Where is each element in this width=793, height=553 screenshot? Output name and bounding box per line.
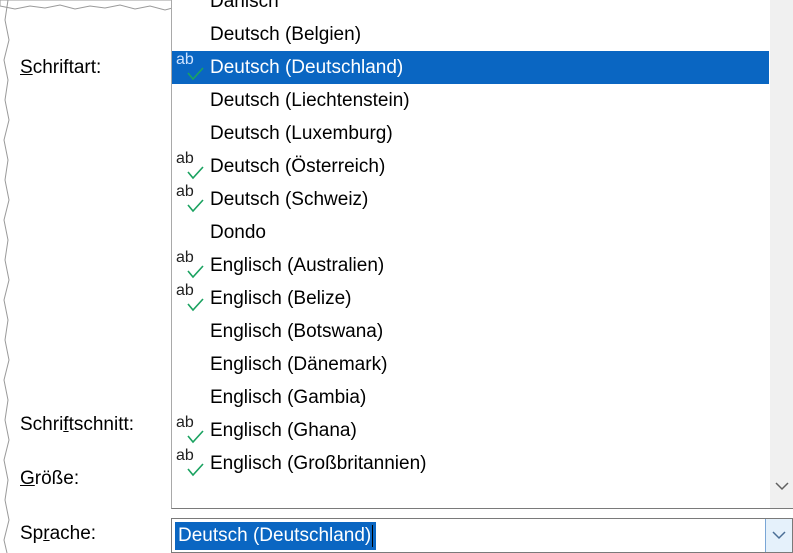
- language-option-label: Englisch (Dänemark): [210, 354, 388, 375]
- language-options: Dänisch Deutsch (Belgien) ab Deutsch (Deuts…: [172, 0, 770, 508]
- language-combobox-value[interactable]: Deutsch (Deutschland): [175, 522, 377, 550]
- checkmark-icon: [187, 265, 204, 279]
- chevron-down-icon: [772, 531, 786, 540]
- font-size-label: Größe:: [20, 468, 80, 489]
- language-option-label: Englisch (Belize): [210, 288, 352, 309]
- language-option[interactable]: Deutsch (Belgien): [172, 18, 769, 51]
- language-option-label: Deutsch (Österreich): [210, 156, 386, 177]
- language-option[interactable]: Deutsch (Liechtenstein): [172, 84, 769, 117]
- language-option[interactable]: ab Englisch (Großbritannien): [172, 447, 769, 480]
- language-label: Sprache:: [20, 523, 97, 544]
- checkmark-icon: [187, 199, 204, 213]
- combobox-dropdown-button[interactable]: [765, 519, 792, 552]
- language-option[interactable]: ab Englisch (Ghana): [172, 414, 769, 447]
- language-option[interactable]: Englisch (Dänemark): [172, 348, 769, 381]
- language-option[interactable]: ab Deutsch (Schweiz): [172, 183, 769, 216]
- language-option[interactable]: Dondo: [172, 216, 769, 249]
- font-name-label: Schriftart:: [20, 57, 102, 78]
- language-option[interactable]: Englisch (Botswana): [172, 315, 769, 348]
- checkmark-icon: [187, 298, 204, 312]
- language-option[interactable]: ab Deutsch (Deutschland): [172, 51, 769, 84]
- language-option-label: Englisch (Gambia): [210, 387, 367, 408]
- language-option-label: Englisch (Australien): [210, 255, 385, 276]
- checkmark-icon: [187, 166, 204, 180]
- spellcheck-icon: ab: [175, 150, 205, 180]
- language-option[interactable]: Englisch (Gambia): [172, 381, 769, 414]
- checkmark-icon: [187, 463, 204, 477]
- language-option-label: Deutsch (Luxemburg): [210, 123, 393, 144]
- language-combobox[interactable]: Deutsch (Deutschland): [171, 518, 793, 553]
- torn-edge-left: [3, 0, 10, 553]
- spellcheck-icon: ab: [175, 183, 205, 213]
- scroll-down-button[interactable]: [770, 470, 793, 502]
- spellcheck-icon: ab: [175, 282, 205, 312]
- list-scrollbar[interactable]: [770, 0, 793, 508]
- scrollbar-thumb[interactable]: [770, 0, 793, 468]
- language-option-label: Deutsch (Deutschland): [210, 57, 404, 78]
- language-option-label: Deutsch (Liechtenstein): [210, 90, 410, 111]
- language-option-label: Dondo: [210, 222, 266, 243]
- spellcheck-icon: ab: [175, 51, 205, 81]
- language-option[interactable]: ab Englisch (Belize): [172, 282, 769, 315]
- language-option-label: Englisch (Großbritannien): [210, 453, 427, 474]
- font-style-label: Schriftschnitt:: [20, 414, 135, 435]
- chevron-down-icon: [775, 481, 789, 490]
- language-option-label: Deutsch (Belgien): [210, 24, 362, 45]
- language-option[interactable]: Dänisch: [172, 0, 769, 18]
- language-option-label: Englisch (Ghana): [210, 420, 357, 441]
- language-option[interactable]: Deutsch (Luxemburg): [172, 117, 769, 150]
- language-option[interactable]: ab Englisch (Australien): [172, 249, 769, 282]
- spellcheck-icon: ab: [175, 249, 205, 279]
- language-option-label: Englisch (Botswana): [210, 321, 384, 342]
- spellcheck-icon: ab: [175, 447, 205, 477]
- language-option[interactable]: ab Deutsch (Österreich): [172, 150, 769, 183]
- checkmark-icon: [187, 67, 204, 81]
- checkmark-icon: [187, 430, 204, 444]
- spellcheck-icon: ab: [175, 414, 205, 444]
- language-dropdown-list[interactable]: Dänisch Deutsch (Belgien) ab Deutsch (Deuts…: [171, 0, 793, 509]
- language-option-label: Deutsch (Schweiz): [210, 189, 369, 210]
- language-option-label: Dänisch: [210, 0, 279, 12]
- text-cursor: [372, 524, 374, 547]
